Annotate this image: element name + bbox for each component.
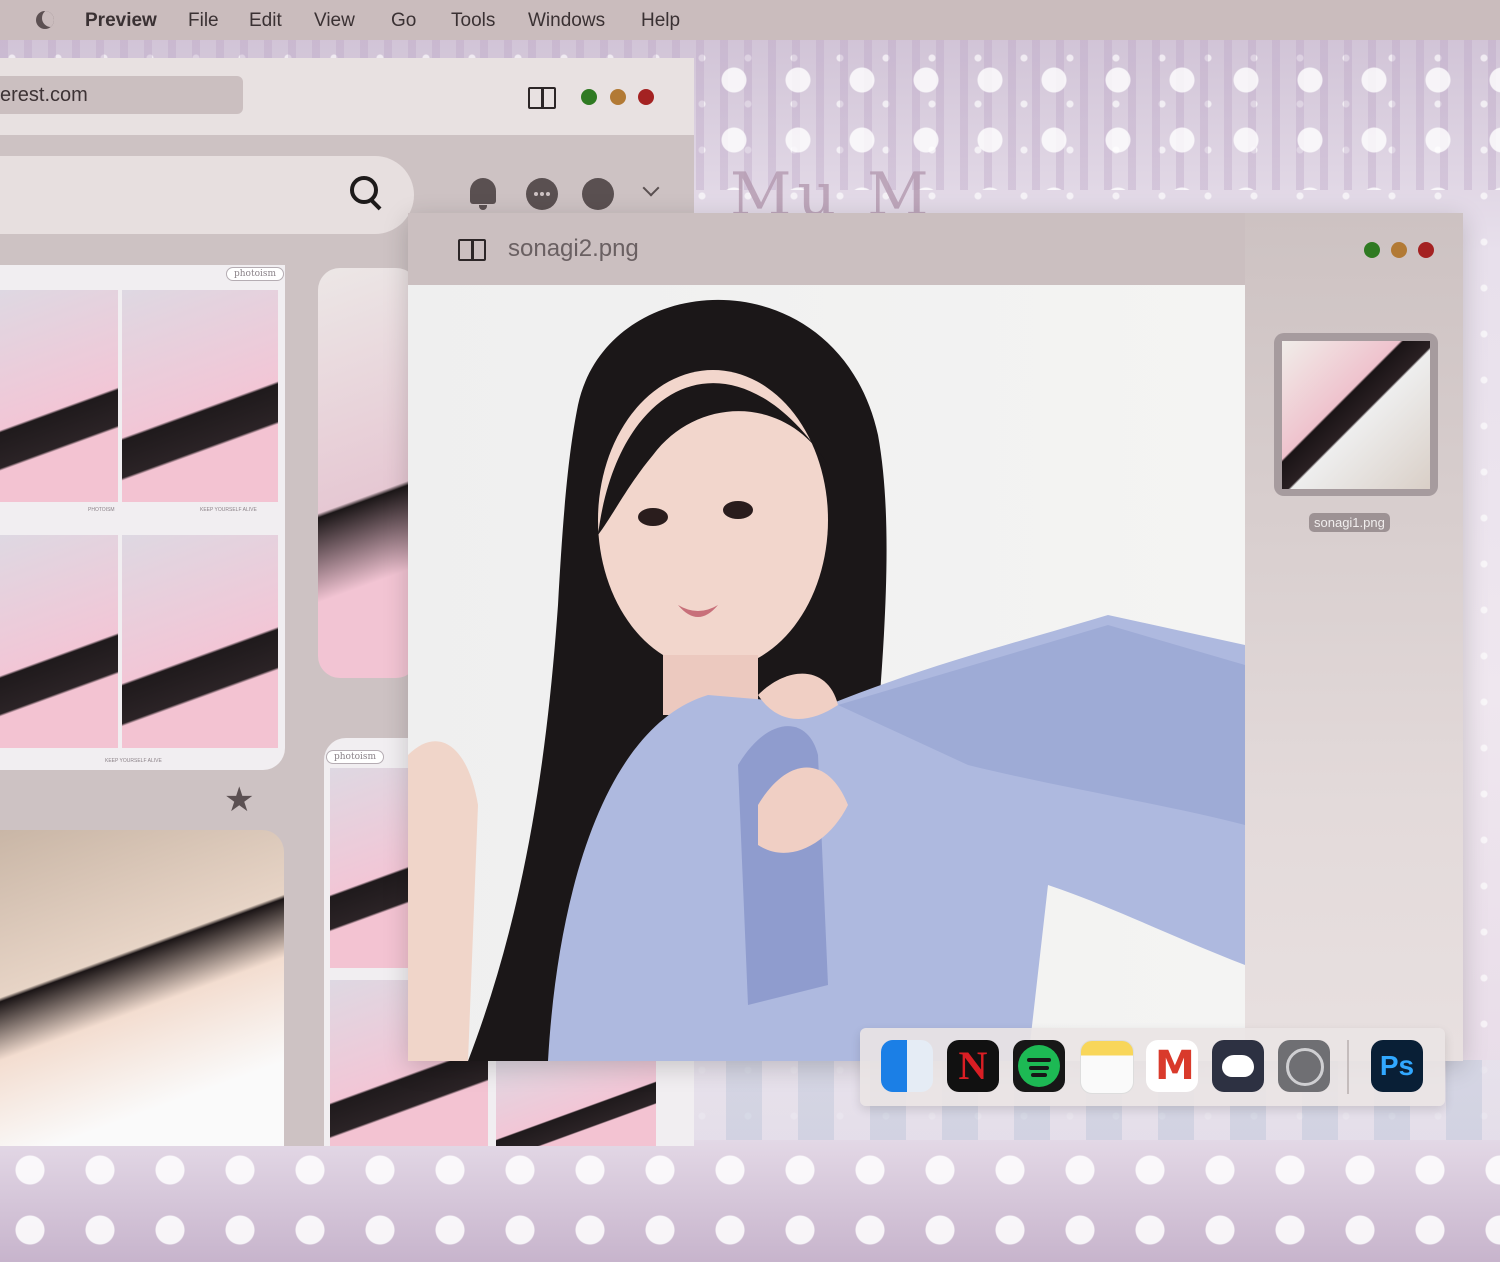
minimize-button[interactable]	[1391, 242, 1407, 258]
chat-icon[interactable]	[526, 178, 558, 210]
photo-frame	[330, 768, 414, 968]
main-image[interactable]	[408, 285, 1245, 1061]
menu-edit[interactable]: Edit	[249, 10, 282, 32]
url-bar[interactable]: erest.com	[0, 76, 243, 114]
photo-frame	[0, 535, 118, 748]
menu-app-name[interactable]: Preview	[85, 10, 157, 32]
strip-caption: KEEP YOURSELF ALIVE	[105, 758, 162, 764]
finder-icon[interactable]	[881, 1040, 933, 1092]
thumbnail-image	[1282, 341, 1430, 489]
thumbnail-sonagi1[interactable]	[1274, 333, 1438, 496]
close-button[interactable]	[638, 89, 654, 105]
moon-icon[interactable]	[36, 11, 54, 29]
pin-selfie[interactable]	[0, 830, 284, 1146]
browser-toolbar: erest.com	[0, 58, 694, 135]
discord-icon[interactable]	[1212, 1040, 1264, 1092]
gmail-icon[interactable]	[1146, 1040, 1198, 1092]
menu-bar: Preview File Edit View Go Tools Windows …	[0, 0, 1500, 40]
maximize-button[interactable]	[581, 89, 597, 105]
portrait-illustration	[408, 299, 1245, 1061]
minimize-button[interactable]	[610, 89, 626, 105]
avatar[interactable]	[582, 178, 614, 210]
close-button[interactable]	[1418, 242, 1434, 258]
spotify-icon[interactable]	[1013, 1040, 1065, 1092]
photoism-label: photoism	[226, 267, 285, 281]
thumbnail-label: sonagi1.png	[1309, 513, 1390, 532]
photo-frame	[122, 535, 278, 748]
photo-frame	[122, 290, 278, 502]
photoism-label: photoism	[326, 750, 385, 764]
menu-windows[interactable]: Windows	[528, 10, 605, 32]
preview-titlebar: sonagi2.png	[408, 213, 1245, 285]
preview-window: sonagi2.png sonagi1.png	[408, 213, 1463, 1061]
settings-icon[interactable]	[1278, 1040, 1330, 1092]
netflix-icon[interactable]: N	[947, 1040, 999, 1092]
chevron-down-icon[interactable]	[642, 179, 660, 197]
photo-frame	[0, 290, 118, 502]
sidebar-toggle-icon[interactable]	[528, 87, 556, 109]
strip-caption: KEEP YOURSELF ALIVE	[200, 507, 257, 513]
pin-portrait[interactable]	[318, 268, 418, 678]
search-input[interactable]	[0, 156, 414, 234]
star-icon[interactable]: ★	[224, 780, 254, 820]
search-icon[interactable]	[350, 176, 378, 204]
maximize-button[interactable]	[1364, 242, 1380, 258]
wallpaper-lace-bottom	[0, 1140, 1500, 1262]
dock-separator	[1347, 1040, 1349, 1094]
menu-tools[interactable]: Tools	[451, 10, 495, 32]
strip-caption: PHOTOISM	[88, 507, 115, 513]
window-title: sonagi2.png	[508, 235, 639, 262]
menu-file[interactable]: File	[188, 10, 219, 32]
bell-icon[interactable]	[470, 178, 496, 210]
sidebar-toggle-icon[interactable]	[458, 239, 486, 261]
notes-icon[interactable]	[1080, 1040, 1134, 1094]
menu-go[interactable]: Go	[391, 10, 416, 32]
photo-frame	[496, 1060, 656, 1146]
menu-help[interactable]: Help	[641, 10, 680, 32]
pin-photostrip-1[interactable]: photoism PHOTOISM KEEP YOURSELF ALIVE KE…	[0, 265, 285, 770]
photoshop-icon[interactable]: Ps	[1371, 1040, 1423, 1092]
menu-view[interactable]: View	[314, 10, 355, 32]
dock: N Ps	[860, 1028, 1445, 1106]
